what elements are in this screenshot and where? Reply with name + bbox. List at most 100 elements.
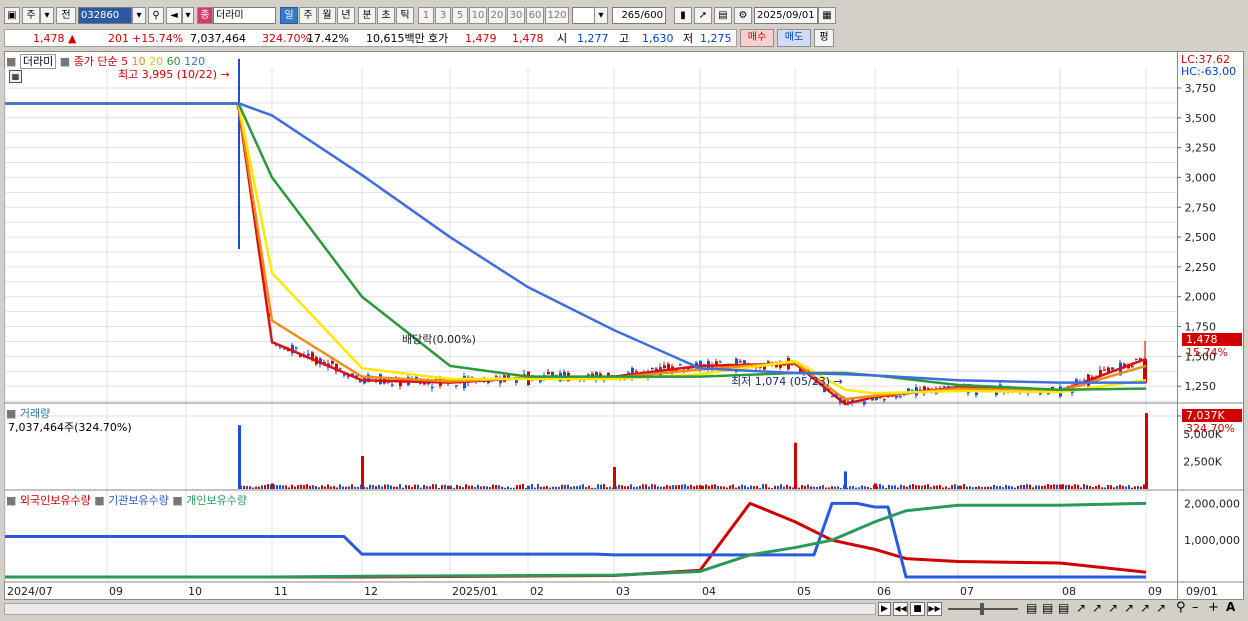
x-axis-label: 03 bbox=[616, 585, 630, 598]
volume-bar bbox=[957, 485, 960, 489]
volume-bar-small bbox=[531, 484, 533, 489]
volume-bar-small bbox=[246, 486, 248, 489]
ma-toggle-icon[interactable]: ■ bbox=[60, 55, 70, 68]
layout-icon-2[interactable]: ▤ bbox=[1042, 601, 1053, 615]
volume-bar-small bbox=[870, 487, 872, 489]
volume-bar-small bbox=[735, 487, 737, 489]
drawing-icon-6[interactable]: ↗ bbox=[1156, 601, 1166, 615]
volume-bar-small bbox=[492, 484, 494, 489]
volume-bar bbox=[613, 467, 616, 489]
volume-bar-small bbox=[654, 484, 656, 489]
volume-bar-small bbox=[813, 486, 815, 489]
candle-body bbox=[667, 363, 670, 369]
candle-body bbox=[547, 372, 550, 375]
volume-bar-small bbox=[633, 486, 635, 489]
volume-bar-small bbox=[789, 486, 791, 489]
zoom-slider-handle[interactable] bbox=[980, 603, 984, 615]
drawing-icon-2[interactable]: ↗ bbox=[1092, 601, 1102, 615]
candle-body bbox=[767, 361, 770, 364]
y-tick-label: 2,000 bbox=[1185, 291, 1217, 304]
volume-bar-small bbox=[432, 484, 434, 489]
drawing-icon-1[interactable]: ↗ bbox=[1076, 601, 1086, 615]
holding-line-0 bbox=[5, 501, 1147, 579]
font-size-icon[interactable]: A bbox=[1226, 600, 1235, 614]
volume-bar-small bbox=[915, 485, 917, 489]
volume-bar-small bbox=[1011, 486, 1013, 489]
volume-bar-small bbox=[879, 484, 881, 489]
chart-svg[interactable]: 3,750 3,500 3,250 3,000 2,750 2,500 2,250 2,000… bbox=[0, 0, 1248, 621]
candle-body bbox=[895, 396, 898, 398]
x-axis-label: 08 bbox=[1062, 585, 1076, 598]
volume-bar-small bbox=[249, 486, 251, 489]
drawing-icon-3[interactable]: ↗ bbox=[1108, 601, 1118, 615]
drawing-icon-4[interactable]: ↗ bbox=[1124, 601, 1134, 615]
panel-toggle-icon[interactable]: ■ bbox=[6, 55, 16, 68]
y-tick-label: 2,750 bbox=[1185, 201, 1217, 214]
high-annotation: 최고 3,995 (10/22) → bbox=[118, 68, 230, 81]
volume-bar-small bbox=[663, 486, 665, 489]
volume-bar-small bbox=[918, 485, 920, 489]
scroll-right-icon[interactable]: ▶ bbox=[878, 602, 891, 616]
volume-bar-small bbox=[651, 484, 653, 489]
volume-bar-small bbox=[867, 486, 869, 489]
volume-bar-small bbox=[300, 484, 302, 489]
candle-body bbox=[379, 374, 382, 384]
volume-bar-small bbox=[720, 486, 722, 489]
volume-bar-small bbox=[786, 484, 788, 489]
volume-bar-small bbox=[369, 484, 371, 489]
zoom-in-icon[interactable]: + bbox=[1208, 600, 1219, 615]
volume-bar bbox=[1145, 413, 1148, 489]
x-axis-label: 11 bbox=[274, 585, 288, 598]
volume-bar-small bbox=[810, 486, 812, 489]
drawing-icon-5[interactable]: ↗ bbox=[1140, 601, 1150, 615]
volume-bar-small bbox=[978, 486, 980, 489]
last-page-icon[interactable]: ▶▶ bbox=[927, 602, 942, 616]
volume-bar-small bbox=[351, 484, 353, 489]
volume-bar-small bbox=[312, 485, 314, 489]
volume-bar-small bbox=[1068, 484, 1070, 489]
volume-bar-small bbox=[513, 487, 515, 489]
volume-bar-small bbox=[390, 485, 392, 489]
volume-bar-small bbox=[627, 486, 629, 489]
volume-bar-small bbox=[435, 484, 437, 489]
ma-line-20 bbox=[5, 102, 1147, 395]
volume-bar-small bbox=[252, 487, 254, 489]
holding-toggle-icon-2[interactable]: ■ bbox=[94, 494, 104, 507]
volume-bar-small bbox=[666, 484, 668, 489]
volume-bar-small bbox=[705, 484, 707, 489]
volume-bar-small bbox=[711, 484, 713, 489]
volume-bar-small bbox=[963, 484, 965, 489]
layout-icon-1[interactable]: ▤ bbox=[1026, 601, 1037, 615]
foreign-holding-label: 외국인보유수량 bbox=[19, 494, 91, 507]
layout-icon-3[interactable]: ▤ bbox=[1058, 601, 1069, 615]
volume-bar-small bbox=[1047, 484, 1049, 489]
volume-bar-small bbox=[849, 486, 851, 489]
holding-toggle-icon-3[interactable]: ■ bbox=[172, 494, 182, 507]
volume-bar-small bbox=[687, 485, 689, 489]
volume-bar-small bbox=[825, 487, 827, 489]
last-pct-label: 15.74% bbox=[1186, 346, 1228, 359]
zoom-out-icon[interactable]: – bbox=[1192, 600, 1199, 615]
volume-bar-small bbox=[954, 484, 956, 489]
zoom-search-icon[interactable]: ⚲ bbox=[1176, 600, 1186, 615]
volume-bar-small bbox=[333, 486, 335, 489]
stop-icon[interactable]: ■ bbox=[910, 602, 925, 616]
calculator-icon[interactable]: ▦ bbox=[9, 70, 22, 83]
volume-bar-small bbox=[480, 486, 482, 489]
volume-bar-small bbox=[858, 487, 860, 489]
holding-toggle-icon-1[interactable]: ■ bbox=[6, 494, 16, 507]
volume-bar-small bbox=[927, 484, 929, 489]
volume-bar-small bbox=[1125, 486, 1127, 489]
candle-body bbox=[607, 372, 610, 376]
volume-bar-small bbox=[279, 485, 281, 489]
volume-bar-small bbox=[597, 484, 599, 489]
volume-bar-small bbox=[822, 485, 824, 489]
scrollbar-track[interactable] bbox=[4, 603, 876, 615]
first-page-icon[interactable]: ◀◀ bbox=[893, 602, 908, 616]
y-tick-label: 3,750 bbox=[1185, 82, 1217, 95]
volume-bar-small bbox=[864, 486, 866, 489]
volume-bar-small bbox=[747, 487, 749, 489]
volume-bar-small bbox=[441, 485, 443, 489]
volume-bar-small bbox=[672, 485, 674, 489]
volume-bar-small bbox=[1110, 485, 1112, 489]
